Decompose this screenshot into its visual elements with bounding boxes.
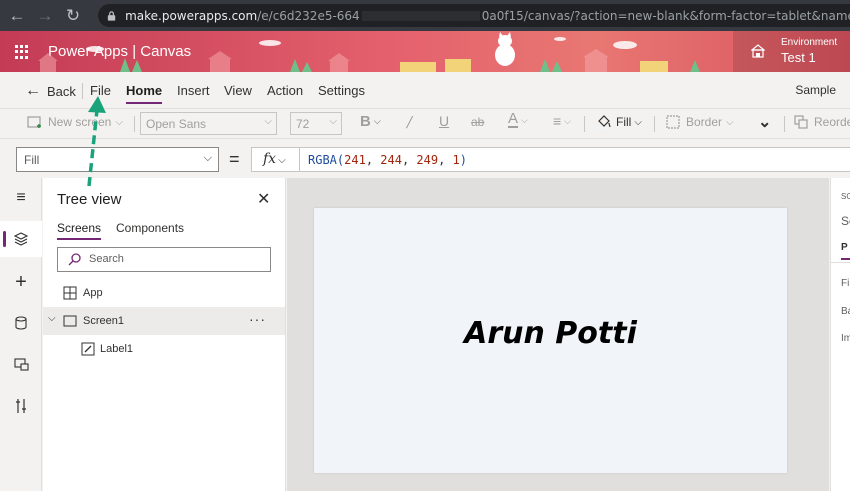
chevron-down-icon: ⌵ <box>264 116 272 127</box>
environment-picker[interactable]: Environment Test 1 <box>733 31 850 72</box>
more-options-icon[interactable]: ··· <box>249 311 266 327</box>
pane-text: Sc <box>841 214 850 228</box>
label-edit-icon <box>81 342 95 356</box>
address-bar[interactable]: make.powerapps.com/e/c6d232e5-664 0a0f15/… <box>98 4 850 27</box>
chevron-down-icon: ⌵ <box>115 116 123 128</box>
tree-item-screen1[interactable]: ⌵ Screen1 ··· <box>43 307 285 335</box>
annotation-arrow-icon <box>87 96 106 187</box>
tools-icon[interactable] <box>0 388 42 424</box>
back-arrow-icon[interactable]: ← <box>6 5 28 27</box>
divider <box>831 262 850 263</box>
tree-item-app[interactable]: App <box>43 279 285 307</box>
underline-icon[interactable]: U <box>439 113 449 129</box>
text-align-icon[interactable]: ≡ ⌵ <box>553 113 571 129</box>
pane-text: Fil <box>841 278 850 289</box>
border-icon <box>666 115 680 129</box>
divider <box>134 116 135 132</box>
divider <box>654 116 655 132</box>
url-redaction <box>361 11 480 21</box>
pane-tab-underline <box>841 258 850 260</box>
more-chevron-icon[interactable]: ⌄ <box>758 112 771 132</box>
header-decoration-illustration <box>38 32 700 72</box>
app-icon <box>63 286 77 300</box>
environment-icon <box>751 44 765 58</box>
menu-action[interactable]: Action <box>267 83 303 98</box>
tree-view-layers-icon[interactable] <box>0 221 42 257</box>
reorder-icon <box>794 115 808 129</box>
forward-arrow-icon[interactable]: → <box>34 5 56 27</box>
insert-plus-icon[interactable]: + <box>0 264 42 300</box>
url-text: make.powerapps.com/e/c6d232e5-664 0a0f15/… <box>125 8 850 23</box>
reorder-button[interactable]: Reorde <box>794 115 850 129</box>
back-button[interactable]: ← Back <box>25 82 76 100</box>
tab-screens[interactable]: Screens <box>57 221 102 240</box>
reload-icon[interactable]: ↻ <box>62 5 84 27</box>
function-picker[interactable]: fx ⌵ <box>251 147 300 172</box>
screen1-canvas[interactable]: Arun Potti <box>314 208 787 473</box>
menu-insert[interactable]: Insert <box>177 83 210 98</box>
browser-toolbar: ← → ↻ make.powerapps.com/e/c6d232e5-664 0… <box>0 0 850 31</box>
equals-sign: = <box>229 149 240 169</box>
pane-tab[interactable]: P <box>841 242 848 253</box>
pane-text: Ba <box>841 306 850 317</box>
strikethrough-icon[interactable]: ab <box>471 115 484 129</box>
app-header: Power Apps | Canvas Environment Test 1 <box>0 31 850 72</box>
font-color-icon[interactable]: A ⌵ <box>508 111 528 128</box>
panel-title: Tree view <box>57 191 122 208</box>
border-button[interactable]: Border ⌵ <box>666 115 734 129</box>
font-size-select[interactable]: 72 ⌵ <box>290 112 342 135</box>
back-arrow-icon: ← <box>25 82 41 99</box>
command-bar: ← Back File Home Insert View Action Setti… <box>0 72 850 108</box>
screen-icon <box>63 315 77 327</box>
data-cylinder-icon[interactable] <box>0 305 42 341</box>
environment-label: Environment <box>781 37 838 48</box>
pane-text: Im <box>841 333 850 344</box>
bold-icon[interactable]: B ⌵ <box>360 113 381 130</box>
formula-input[interactable]: RGBA(241, 244, 249, 1) <box>300 147 850 172</box>
divider <box>584 116 585 132</box>
search-input[interactable]: Search <box>57 247 271 272</box>
close-icon[interactable]: ✕ <box>257 189 270 209</box>
tab-components[interactable]: Components <box>116 221 184 235</box>
menu-settings[interactable]: Settings <box>318 83 365 98</box>
formula-bar: Fill ⌵ = fx ⌵ RGBA(241, 244, 249, 1) <box>0 138 850 178</box>
left-rail: ≡ + <box>0 178 42 491</box>
chevron-down-icon: ⌵ <box>726 116 734 128</box>
property-dropdown[interactable]: Fill ⌵ <box>16 147 219 172</box>
menu-home[interactable]: Home <box>126 83 163 104</box>
divider <box>784 116 785 132</box>
menu-view[interactable]: View <box>224 83 252 98</box>
lock-icon <box>107 10 116 21</box>
paint-bucket-icon <box>596 115 611 129</box>
tree-item-label1[interactable]: Label1 <box>43 335 285 363</box>
ribbon-toolbar: New screen ⌵ Open Sans ⌵ 72 ⌵ B ⌵ / U ab A ⌵ … <box>0 108 850 138</box>
chevron-down-icon: ⌵ <box>203 152 212 164</box>
label1-text[interactable]: Arun Potti <box>314 316 787 351</box>
italic-icon[interactable]: / <box>407 113 412 131</box>
app-name: Sample <box>795 83 836 97</box>
search-icon <box>68 253 81 266</box>
properties-pane: SC Sc P Fil Ba Im <box>830 178 850 491</box>
media-icon[interactable] <box>0 346 42 382</box>
canvas-area: Arun Potti <box>287 178 829 491</box>
hamburger-menu-icon[interactable]: ≡ <box>0 180 42 216</box>
chevron-down-icon: ⌵ <box>278 155 286 166</box>
chevron-down-icon: ⌵ <box>329 116 337 127</box>
font-family-select[interactable]: Open Sans ⌵ <box>140 112 277 135</box>
new-screen-icon <box>27 115 41 128</box>
fill-button[interactable]: Fill ⌵ <box>596 115 642 129</box>
chevron-down-icon: ⌵ <box>634 116 642 128</box>
environment-name: Test 1 <box>781 50 816 65</box>
tree-view-panel: Tree view ✕ Screens Components Search Ap… <box>43 178 286 491</box>
chevron-down-icon[interactable]: ⌵ <box>48 313 56 324</box>
pane-text: SC <box>841 192 850 201</box>
